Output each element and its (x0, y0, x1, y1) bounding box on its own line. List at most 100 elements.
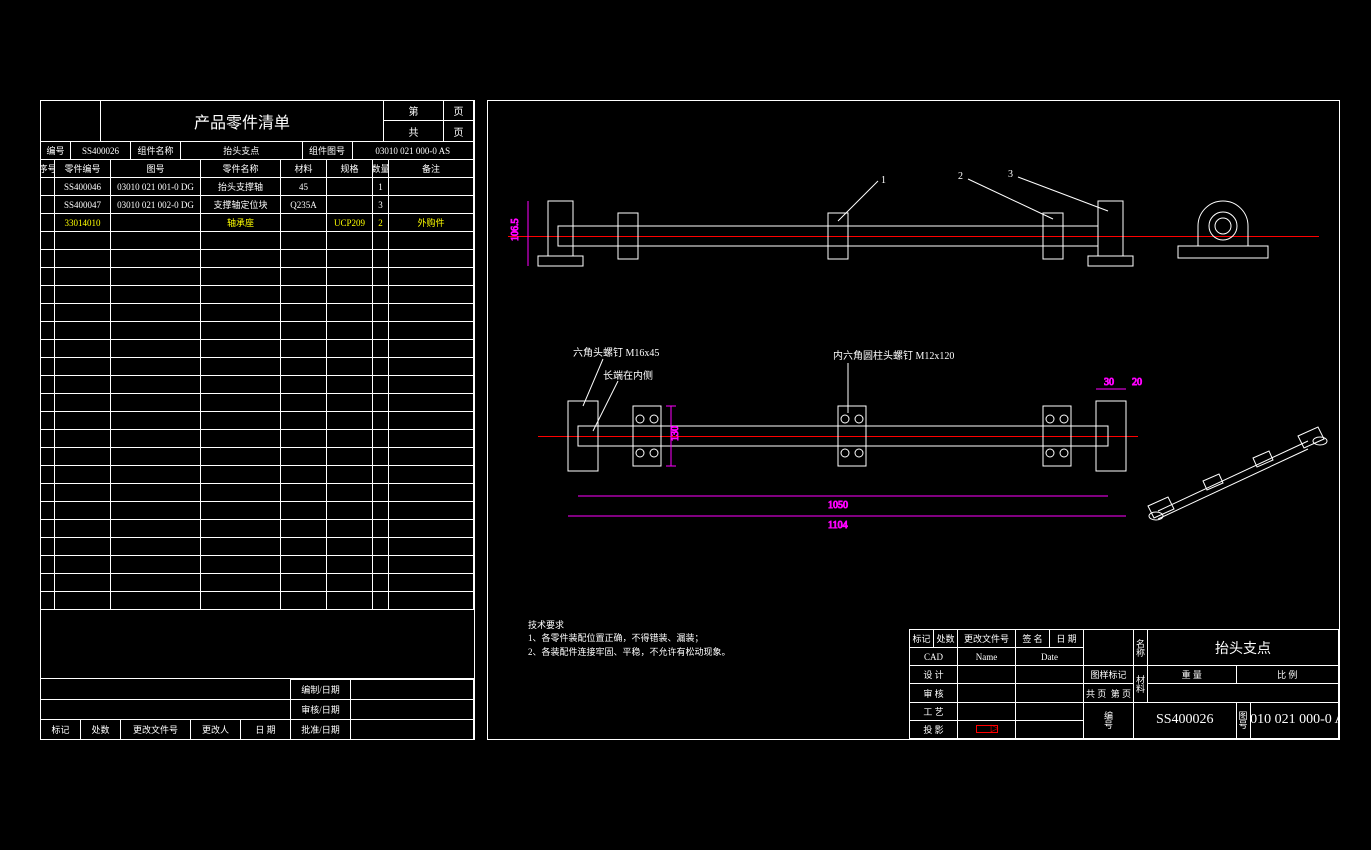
table-cell (111, 556, 201, 573)
table-cell (41, 412, 55, 429)
table-cell (389, 592, 474, 609)
table-cell (201, 484, 281, 501)
table-cell (373, 250, 389, 267)
table-cell (201, 520, 281, 537)
table-cell (373, 412, 389, 429)
table-cell (281, 340, 327, 357)
title-block: 标记 处数 更改文件号 签 名 日 期 名称 抬头支点 CAD Name Dat… (909, 629, 1339, 739)
tb-bianhao-v: SS400026 (1134, 703, 1237, 739)
table-cell (327, 268, 373, 285)
tb-biaoji: 标记 (910, 630, 934, 648)
col-tuhao: 图号 (111, 160, 201, 177)
table-cell (201, 592, 281, 609)
table-cell (41, 538, 55, 555)
sub-zjtuhao-l: 组件图号 (303, 142, 353, 159)
table-cell: 03010 021 002-0 DG (111, 196, 201, 213)
tb-bili: 比 例 (1237, 666, 1340, 684)
table-cell (389, 394, 474, 411)
table-row: SS40004603010 021 001-0 DG抬头支撑轴451 (41, 178, 474, 196)
table-cell (201, 448, 281, 465)
table-cell (41, 394, 55, 411)
table-cell (111, 502, 201, 519)
table-cell (111, 430, 201, 447)
bom-subheader: 编号 SS400026 组件名称 抬头支点 组件图号 03010 021 000… (41, 142, 474, 160)
table-cell: 2 (373, 214, 389, 231)
table-cell (41, 214, 55, 231)
page-gong: 共 (384, 121, 444, 141)
col-partno: 零件编号 (55, 160, 111, 177)
table-cell (327, 556, 373, 573)
table-cell (55, 376, 111, 393)
table-cell (41, 466, 55, 483)
table-cell (281, 232, 327, 249)
table-cell: 03010 021 001-0 DG (111, 178, 201, 195)
table-cell (201, 322, 281, 339)
svg-text:长端在内侧: 长端在内侧 (603, 369, 653, 382)
table-cell (281, 520, 327, 537)
table-cell (281, 448, 327, 465)
table-cell (327, 358, 373, 375)
svg-text:106.5: 106.5 (510, 219, 521, 242)
table-cell (281, 574, 327, 591)
table-cell (201, 358, 281, 375)
table-cell (389, 484, 474, 501)
table-cell (201, 232, 281, 249)
table-cell (41, 232, 55, 249)
table-cell: 3 (373, 196, 389, 213)
svg-text:3: 3 (1008, 169, 1013, 180)
table-row (41, 430, 474, 448)
table-cell (281, 466, 327, 483)
svg-text:1104: 1104 (828, 520, 848, 531)
table-cell: UCP209 (327, 214, 373, 231)
table-cell (41, 304, 55, 321)
table-cell (55, 268, 111, 285)
table-cell: 45 (281, 178, 327, 195)
table-row (41, 592, 474, 610)
table-cell (389, 376, 474, 393)
top-view (568, 401, 1126, 471)
callouts: 六角头螺钉 M16x45 长端在内侧 内六角圆柱头螺钉 M12x120 (573, 347, 954, 431)
table-cell (55, 232, 111, 249)
table-cell (373, 340, 389, 357)
table-cell (201, 430, 281, 447)
tb-date: Date (1016, 648, 1084, 666)
table-cell (201, 556, 281, 573)
table-cell (55, 250, 111, 267)
table-cell (373, 520, 389, 537)
table-cell (389, 304, 474, 321)
table-cell (373, 358, 389, 375)
table-cell (327, 412, 373, 429)
table-cell (41, 250, 55, 267)
table-cell (111, 232, 201, 249)
table-cell (281, 322, 327, 339)
table-cell (55, 358, 111, 375)
col-guige: 规格 (327, 160, 373, 177)
tb-genggai: 更改文件号 (958, 630, 1016, 648)
table-row (41, 322, 474, 340)
table-cell: 33014010 (55, 214, 111, 231)
table-cell (41, 502, 55, 519)
table-row (41, 520, 474, 538)
table-row (41, 448, 474, 466)
table-cell (201, 412, 281, 429)
table-cell (111, 394, 201, 411)
table-row (41, 538, 474, 556)
svg-text:20: 20 (1132, 377, 1142, 388)
table-cell (281, 394, 327, 411)
table-cell (281, 502, 327, 519)
table-cell (41, 286, 55, 303)
bom-column-header: 序号 零件编号 图号 零件名称 材料 规格 数量 备注 (41, 160, 474, 178)
table-cell (389, 538, 474, 555)
table-cell (41, 358, 55, 375)
table-cell (55, 556, 111, 573)
tb-gongyi: 工 艺 (910, 703, 958, 721)
table-row: SS40004703010 021 002-0 DG支撑轴定位块Q235A3 (41, 196, 474, 214)
table-cell (111, 322, 201, 339)
projection-symbol-icon (958, 721, 1016, 739)
table-cell (111, 376, 201, 393)
tb-bianhao-l: 编号 (1084, 703, 1134, 739)
tb-tuhao-l: 图号 (1237, 703, 1251, 739)
col-partname: 零件名称 (201, 160, 281, 177)
table-cell (389, 178, 474, 195)
table-cell (389, 430, 474, 447)
